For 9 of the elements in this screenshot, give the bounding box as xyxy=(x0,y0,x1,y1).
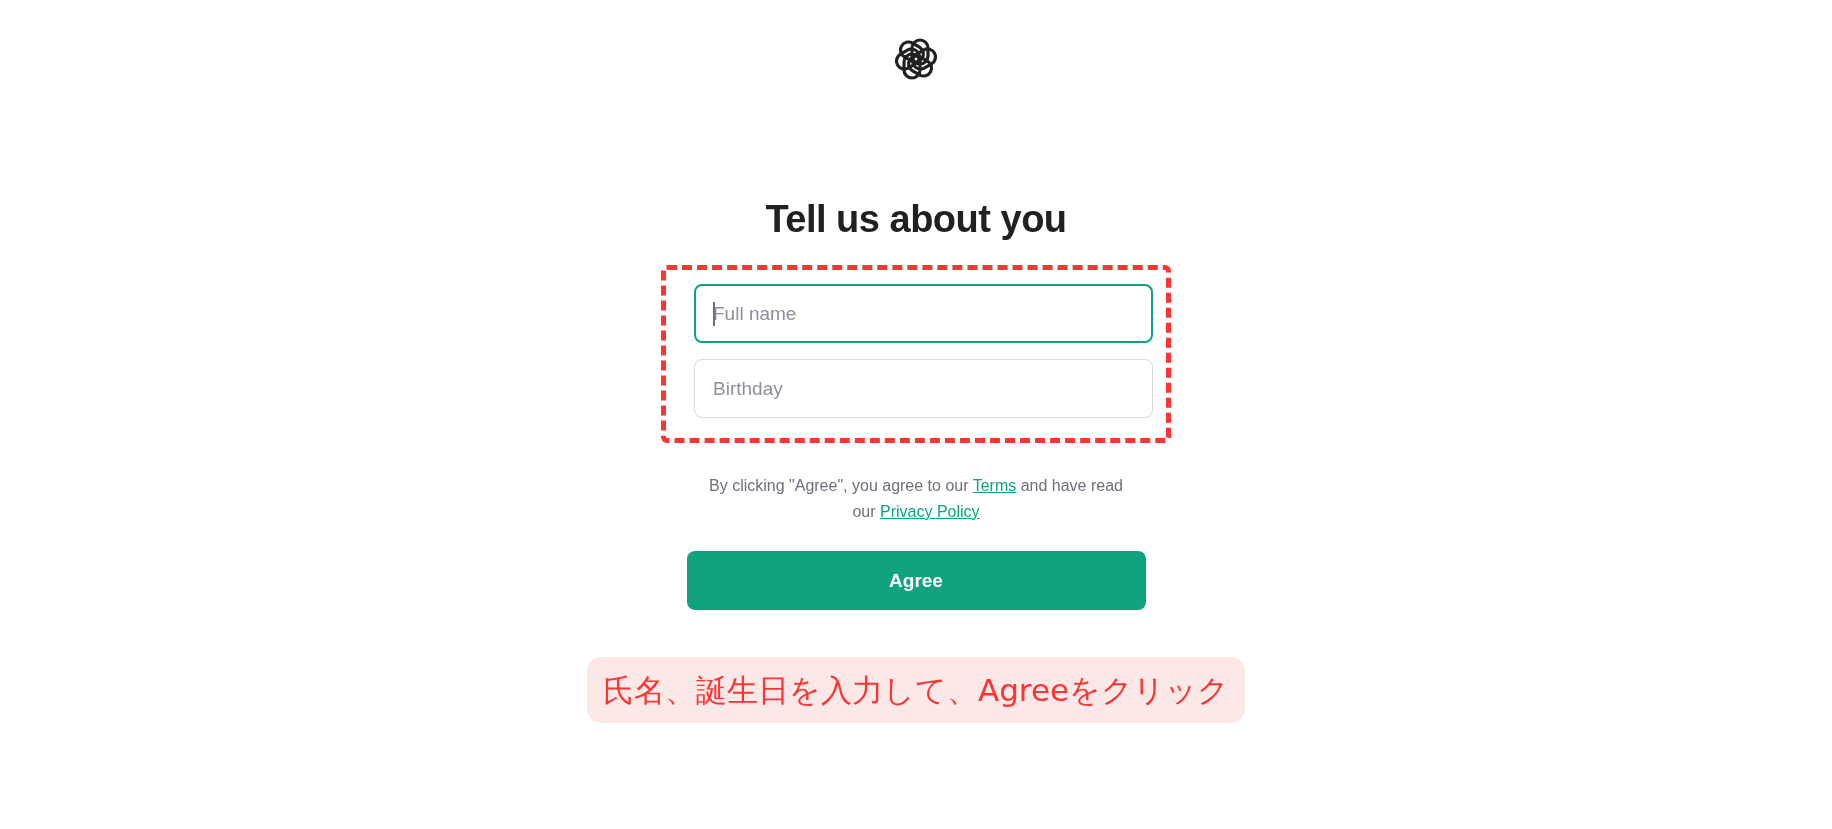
knot-logo-icon xyxy=(894,37,938,81)
consent-text: By clicking "Agree", you agree to our Terms and have read our Privacy Policy xyxy=(708,476,1124,522)
terms-link[interactable]: Terms xyxy=(972,477,1017,494)
input-field[interactable]: Full name xyxy=(694,284,1153,343)
page-title: Tell us about you xyxy=(765,197,1067,241)
text-cursor xyxy=(713,302,715,326)
instruction-note: 氏名、誕生日を入力して、Agreeをクリック xyxy=(586,657,1246,723)
privacy-policy-link[interactable]: Privacy Policy xyxy=(880,503,980,520)
agree-button[interactable]: Agree xyxy=(686,551,1146,610)
